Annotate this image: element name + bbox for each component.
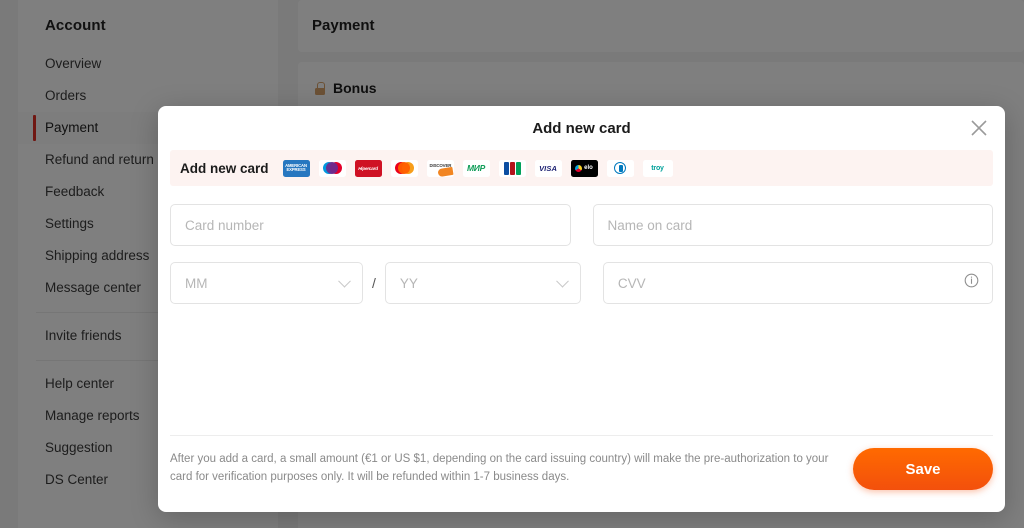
card-number-input[interactable]: Card number <box>170 204 571 246</box>
chevron-down-icon <box>338 274 351 288</box>
name-on-card-placeholder: Name on card <box>607 217 693 233</box>
pre-authorization-disclaimer: After you add a card, a small amount (€1… <box>170 453 829 483</box>
add-new-card-modal: Add new card Add new card AMERICAN EXPRES… <box>158 106 1005 512</box>
save-button[interactable]: Save <box>853 448 993 490</box>
name-on-card-col: Name on card <box>592 204 993 246</box>
visa-icon: VISA <box>534 159 562 177</box>
expiry-year-select[interactable]: YY <box>384 262 581 304</box>
card-brand-bar: Add new card AMERICAN EXPRESS Hipercard D… <box>170 150 993 186</box>
expiry-separator: / <box>372 275 376 291</box>
cvv-input[interactable]: CVV <box>602 262 993 304</box>
hipercard-icon: Hipercard <box>354 159 382 177</box>
diners-club-icon <box>606 159 634 177</box>
form-row-1: Card number Name on card <box>170 204 993 246</box>
troy-icon: troy <box>642 159 673 177</box>
maestro-icon <box>318 159 346 177</box>
close-icon[interactable] <box>968 117 990 139</box>
chevron-down-icon <box>556 274 569 288</box>
discover-icon: DISCOVER <box>426 159 454 177</box>
expiry-month-placeholder: MM <box>185 275 208 291</box>
jcb-icon <box>498 159 526 177</box>
cvv-col: CVV <box>602 262 993 304</box>
expiry-year-placeholder: YY <box>399 275 418 291</box>
expiry-col: MM / YY <box>170 262 581 304</box>
mir-icon: МИР <box>462 159 490 177</box>
card-number-col: Card number <box>170 204 571 246</box>
form-row-2: MM / YY CVV <box>170 262 993 304</box>
modal-title: Add new card <box>532 119 631 137</box>
brand-bar-label: Add new card <box>180 160 269 176</box>
expiry-month-select[interactable]: MM <box>170 262 363 304</box>
mastercard-icon <box>390 159 418 177</box>
card-form: Card number Name on card MM / YY CVV <box>158 186 1005 304</box>
modal-footer: After you add a card, a small amount (€1… <box>158 436 1005 490</box>
info-icon[interactable] <box>964 273 979 293</box>
name-on-card-input[interactable]: Name on card <box>592 204 993 246</box>
screen: Account Overview Orders Payment Refund a… <box>0 0 1024 528</box>
card-number-placeholder: Card number <box>185 217 264 233</box>
modal-header: Add new card <box>158 106 1005 150</box>
cvv-placeholder: CVV <box>617 275 646 291</box>
amex-icon: AMERICAN EXPRESS <box>282 159 310 177</box>
elo-icon: elo <box>570 159 598 177</box>
